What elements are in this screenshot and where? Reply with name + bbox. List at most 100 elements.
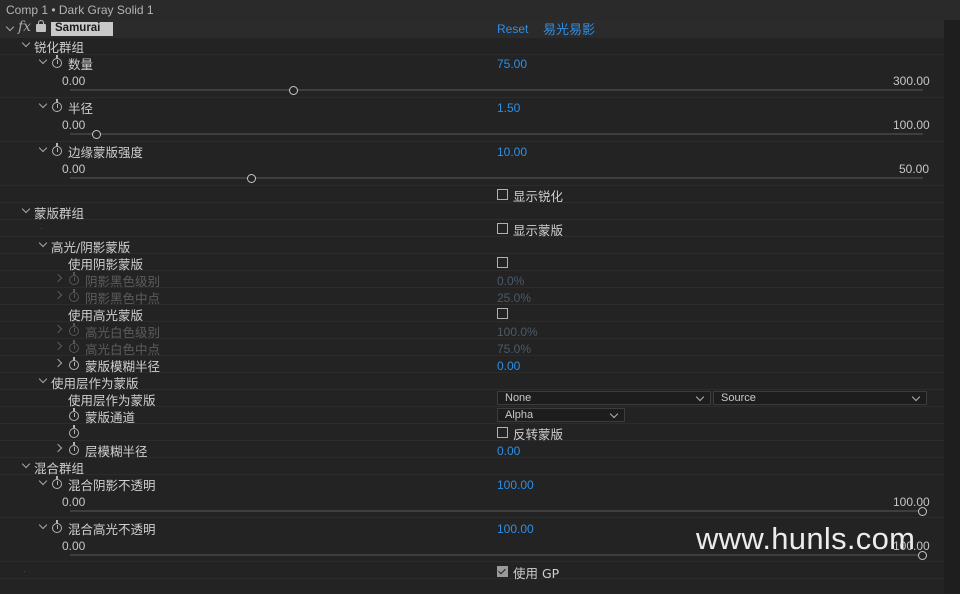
chevron-right-icon[interactable] [53,341,63,351]
blend-highlight-opacity-min: 0.00 [62,539,86,553]
stopwatch-icon[interactable] [69,408,79,421]
blend-shadow-opacity-slider-track[interactable] [70,510,923,512]
chevron-down-icon[interactable] [38,238,48,248]
blend-shadow-opacity-value[interactable]: 100.00 [497,478,534,492]
invert-mask-checkbox[interactable] [497,427,508,438]
show-sharpen-checkbox[interactable] [497,189,508,200]
effect-name: Samurai [55,22,101,34]
edge-mask-strength-label: 边缘蒙版强度 [68,145,144,160]
amount-slider-handle[interactable] [288,86,298,95]
chevron-down-icon [695,392,705,402]
mask-channel-dropdown[interactable]: Alpha [497,408,625,422]
chevron-down-icon[interactable] [38,374,48,384]
chevron-down-icon[interactable] [21,38,31,48]
use-highlight-mask-checkbox[interactable] [497,308,508,319]
stopwatch-icon [69,323,79,336]
use-gpu-label[interactable]: 使用 GP [513,563,559,582]
amount-min: 0.00 [62,74,86,88]
watermark: www.hunls.com [696,521,916,556]
shadow-black-level-value: 0.0% [497,274,525,288]
chevron-down-icon[interactable] [38,476,48,486]
stopwatch-icon[interactable] [52,143,62,156]
mask-channel-label: 蒙版通道 [85,410,136,425]
chevron-down-icon [911,392,921,402]
chevron-down-icon[interactable] [38,99,48,109]
amount-label: 数量 [68,57,94,72]
divider [0,97,944,98]
invert-mask-label[interactable]: 反转蒙版 [513,424,563,443]
divider [0,423,944,424]
blend-highlight-opacity-slider-handle[interactable] [918,551,927,560]
chevron-down-icon[interactable] [38,520,48,530]
stopwatch-icon[interactable] [69,425,79,438]
use-shadow-mask-checkbox[interactable] [497,257,508,268]
stopwatch-icon[interactable] [69,442,79,455]
chevron-right-icon[interactable] [53,443,63,453]
row-marker [24,571,25,572]
radius-min: 0.00 [62,118,86,132]
divider [0,517,944,518]
stopwatch-icon [69,289,79,302]
stopwatch-icon[interactable] [52,99,62,112]
layer-blur-radius-value[interactable]: 0.00 [497,444,520,458]
chevron-right-icon[interactable] [53,358,63,368]
blend-highlight-opacity-value[interactable]: 100.00 [497,522,534,536]
show-sharpen-label[interactable]: 显示锐化 [513,186,563,205]
stopwatch-icon [69,272,79,285]
radius-slider-track[interactable] [70,133,923,135]
mask-layer-dropdown[interactable]: None [497,391,711,405]
edge-mask-strength-value[interactable]: 10.00 [497,145,527,159]
chevron-down-icon[interactable] [38,143,48,153]
reset-link[interactable]: Reset [497,22,528,36]
row-marker [41,228,42,229]
amount-value[interactable]: 75.00 [497,57,527,71]
mask-source-dropdown[interactable]: Source [713,391,927,405]
mask-channel-dropdown-value: Alpha [505,409,534,421]
chevron-right-icon[interactable] [53,324,63,334]
mask-layer-dropdown-value: None [505,392,532,404]
radius-max: 100.00 [893,118,930,132]
divider [0,185,944,186]
panel-title-bar: Comp 1 • Dark Gray Solid 1 [0,0,960,21]
divider [0,219,944,220]
mask-blur-radius-value[interactable]: 0.00 [497,359,520,373]
show-mask-label[interactable]: 显示蒙版 [513,220,563,239]
chevron-down-icon[interactable] [38,55,48,65]
chevron-right-icon[interactable] [53,290,63,300]
highlight-white-level-value: 100.0% [497,325,538,339]
blend-shadow-opacity-slider-handle[interactable] [918,507,927,516]
mask-source-dropdown-value: Source [721,392,756,404]
show-mask-checkbox[interactable] [497,223,508,234]
amount-slider-track[interactable] [70,89,923,91]
amount-max: 300.00 [893,74,930,88]
divider [0,561,944,562]
lock-icon[interactable] [36,20,46,32]
fx-icon[interactable]: fx [18,19,31,35]
blend-shadow-opacity-label: 混合阴影不透明 [68,478,156,493]
radius-value[interactable]: 1.50 [497,101,520,115]
chevron-down-icon[interactable] [21,204,31,214]
chevron-down-icon[interactable] [21,459,31,469]
mask-group-label[interactable]: 蒙版群组 [34,203,84,222]
chevron-down-icon [609,409,619,419]
about-link[interactable]: 易光易影 [543,19,595,38]
stopwatch-icon[interactable] [52,55,62,68]
stopwatch-icon[interactable] [52,476,62,489]
scrollbar[interactable] [944,20,960,594]
effect-name-badge: Samurai [51,22,113,36]
divider [0,54,944,55]
stopwatch-icon[interactable] [69,357,79,370]
blend-shadow-opacity-min: 0.00 [62,495,86,509]
edge-mask-strength-max: 50.00 [899,162,930,176]
layer-blur-radius-label: 层模糊半径 [85,444,148,459]
divider [0,202,944,203]
panel-title: Comp 1 • Dark Gray Solid 1 [6,3,154,17]
radius-slider-handle[interactable] [91,130,101,139]
use-gpu-checkbox[interactable] [497,566,508,577]
stopwatch-icon[interactable] [52,520,62,533]
edge-mask-strength-slider-handle[interactable] [246,174,256,183]
edge-mask-strength-slider-track[interactable] [70,177,923,179]
blend-highlight-opacity-label: 混合高光不透明 [68,522,156,537]
chevron-right-icon[interactable] [53,273,63,283]
shadow-black-mid-value: 25.0% [497,291,532,305]
